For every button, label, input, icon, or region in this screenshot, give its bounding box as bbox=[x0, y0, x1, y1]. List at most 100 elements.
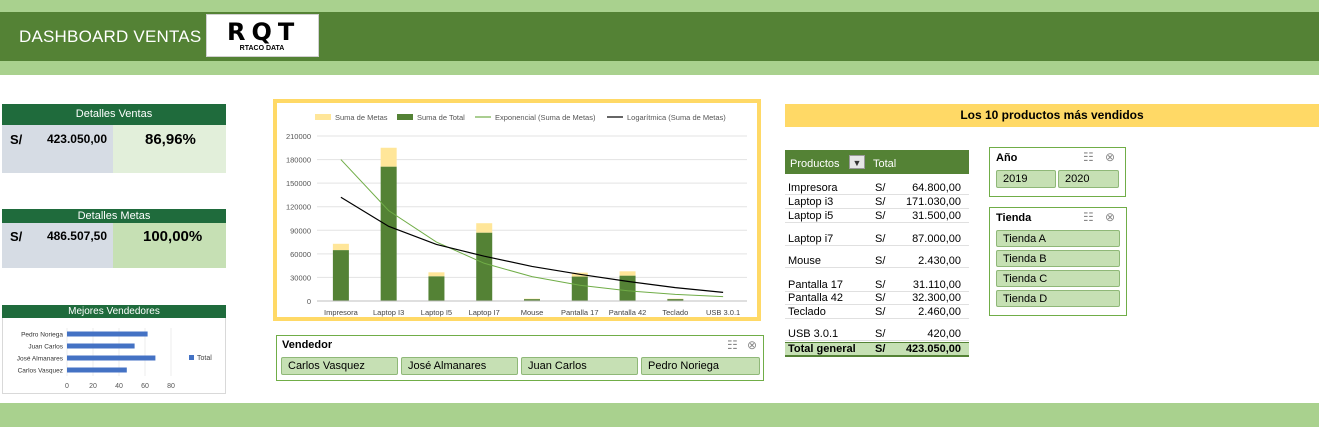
total-value: 423.050,00 bbox=[905, 343, 961, 355]
bar-metas bbox=[476, 223, 493, 233]
row-value: 32.300,00 bbox=[912, 292, 961, 304]
product-name: Laptop i5 bbox=[788, 210, 834, 222]
slicer-item-tienda-b[interactable]: Tienda B bbox=[996, 250, 1120, 267]
row-value: 31.110,00 bbox=[912, 279, 961, 291]
vendedor-bar bbox=[67, 355, 156, 361]
ventas-card: Detalles Ventas S/ 423.050,00 86,96% bbox=[2, 104, 226, 173]
product-name: Pantalla 42 bbox=[788, 292, 844, 304]
metas-card: Detalles Metas S/ 486.507,50 100,00% bbox=[2, 209, 226, 268]
total-label: Total general bbox=[788, 343, 856, 355]
slicer-item-2020[interactable]: 2020 bbox=[1058, 170, 1119, 188]
x-tick-label: Pantalla 42 bbox=[609, 308, 647, 317]
clear-filter-icon[interactable]: ⊗ bbox=[1105, 210, 1115, 224]
logo-mark: RQT bbox=[227, 18, 301, 46]
top-band bbox=[0, 0, 1319, 12]
legend-label: Total bbox=[197, 355, 212, 362]
col-header-total: Total bbox=[873, 158, 897, 170]
ventas-amount-cell: S/ 423.050,00 bbox=[2, 125, 113, 173]
y-tick-label: 120000 bbox=[286, 203, 311, 212]
row-value: 420,00 bbox=[927, 328, 961, 340]
table-row: Mouse S/2.430,00 bbox=[785, 255, 969, 268]
row-currency: S/ bbox=[875, 233, 886, 245]
legend-label: Suma de Metas bbox=[335, 113, 388, 122]
table-row: Laptop i7 S/87.000,00 bbox=[785, 233, 969, 246]
vendedor-slicer-title: Vendedor bbox=[282, 339, 333, 351]
row-value: 171.030,00 bbox=[905, 196, 961, 208]
clear-filter-icon[interactable]: ⊗ bbox=[1105, 150, 1115, 164]
multi-select-icon[interactable]: ☷ bbox=[1083, 150, 1094, 164]
row-value: 2.430,00 bbox=[918, 255, 961, 267]
top10-table-header: Productos ▼ Total bbox=[785, 150, 969, 174]
trendline bbox=[340, 159, 724, 298]
vendedor-bar bbox=[67, 367, 127, 373]
row-currency: S/ bbox=[875, 210, 886, 222]
main-chart-panel: Suma de Metas Suma de Total Exponencial (S… bbox=[273, 99, 761, 321]
x-tick-label: 0 bbox=[65, 383, 69, 390]
vendedores-card: Mejores Vendedores 0 20 40 60 80 Pedro Norieg… bbox=[2, 305, 226, 394]
product-name: USB 3.0.1 bbox=[788, 328, 839, 340]
x-tick-label: Laptop I5 bbox=[421, 308, 452, 317]
metas-percent: 100,00% bbox=[143, 228, 203, 245]
row-value: 31.500,00 bbox=[912, 210, 961, 222]
bar-total bbox=[476, 232, 493, 301]
vendedores-chart: 0 20 40 60 80 Pedro Noriega Juan Carlos José Al… bbox=[17, 328, 212, 390]
logo: RQT RTACO DATA bbox=[206, 14, 319, 57]
table-row: Laptop i3 S/171.030,00 bbox=[785, 196, 969, 209]
ventas-currency: S/ bbox=[10, 132, 23, 147]
x-tick-label: 40 bbox=[115, 383, 123, 390]
ventas-percent-cell: 86,96% bbox=[113, 125, 226, 173]
x-tick-label: Laptop I7 bbox=[469, 308, 500, 317]
bar-total bbox=[332, 250, 349, 301]
legend-label: Logarítmica (Suma de Metas) bbox=[627, 113, 726, 122]
row-currency: S/ bbox=[875, 255, 886, 267]
top10-total-row: Total general S/ 423.050,00 bbox=[785, 342, 969, 357]
anio-slicer-title: Año bbox=[996, 152, 1018, 164]
x-tick-label: Mouse bbox=[521, 308, 544, 317]
slicer-item-carlos-vasquez[interactable]: Carlos Vasquez bbox=[281, 357, 398, 375]
ventas-card-title: Detalles Ventas bbox=[2, 104, 226, 125]
y-tick-label: 0 bbox=[307, 297, 311, 306]
header-under-band bbox=[0, 61, 1319, 75]
vendedor-label: Carlos Vasquez bbox=[18, 368, 63, 375]
row-currency: S/ bbox=[875, 328, 886, 340]
y-tick-label: 180000 bbox=[286, 156, 311, 165]
slicer-item-pedro-noriega[interactable]: Pedro Noriega bbox=[641, 357, 760, 375]
bottom-band bbox=[0, 403, 1319, 427]
table-row: Pantalla 42 S/32.300,00 bbox=[785, 292, 969, 305]
row-value: 64.800,00 bbox=[912, 182, 961, 194]
slicer-item-tienda-d[interactable]: Tienda D bbox=[996, 290, 1120, 307]
table-row: Teclado S/2.460,00 bbox=[785, 306, 969, 319]
anio-slicer: Año ☷ ⊗ 2019 2020 bbox=[989, 147, 1126, 197]
bar-total bbox=[619, 275, 636, 301]
table-row: Impresora S/64.800,00 bbox=[785, 182, 969, 195]
slicer-item-jose-almanares[interactable]: José Almanares bbox=[401, 357, 518, 375]
product-name: Teclado bbox=[788, 306, 826, 318]
table-row: Laptop i5 S/31.500,00 bbox=[785, 210, 969, 223]
col-header-productos: Productos bbox=[790, 158, 840, 170]
y-tick-label: 30000 bbox=[290, 273, 311, 282]
main-chart: Suma de Metas Suma de Total Exponencial (S… bbox=[286, 113, 747, 317]
x-tick-label: 80 bbox=[167, 383, 175, 390]
filter-icon[interactable]: ▼ bbox=[849, 155, 865, 169]
slicer-item-tienda-a[interactable]: Tienda A bbox=[996, 230, 1120, 247]
slicer-item-2019[interactable]: 2019 bbox=[996, 170, 1056, 188]
legend-swatch bbox=[315, 114, 331, 120]
top10-title: Los 10 productos más vendidos bbox=[785, 104, 1319, 127]
slicer-item-juan-carlos[interactable]: Juan Carlos bbox=[521, 357, 638, 375]
vendedor-label: Pedro Noriega bbox=[21, 332, 63, 339]
slicer-item-tienda-c[interactable]: Tienda C bbox=[996, 270, 1120, 287]
vendedor-label: Juan Carlos bbox=[28, 344, 63, 351]
multi-select-icon[interactable]: ☷ bbox=[1083, 210, 1094, 224]
clear-filter-icon[interactable]: ⊗ bbox=[747, 338, 757, 352]
tienda-slicer: Tienda ☷ ⊗ Tienda A Tienda B Tienda C Ti… bbox=[989, 207, 1127, 316]
metas-percent-cell: 100,00% bbox=[113, 223, 226, 268]
bar-metas bbox=[428, 272, 445, 277]
metas-amount-cell: S/ 486.507,50 bbox=[2, 223, 113, 268]
vendedor-bar bbox=[67, 343, 135, 349]
x-tick-label: 60 bbox=[141, 383, 149, 390]
row-value: 87.000,00 bbox=[912, 233, 961, 245]
multi-select-icon[interactable]: ☷ bbox=[727, 338, 738, 352]
x-tick-label: USB 3.0.1 bbox=[706, 308, 740, 317]
y-tick-label: 150000 bbox=[286, 179, 311, 188]
ventas-amount: 423.050,00 bbox=[46, 132, 107, 146]
